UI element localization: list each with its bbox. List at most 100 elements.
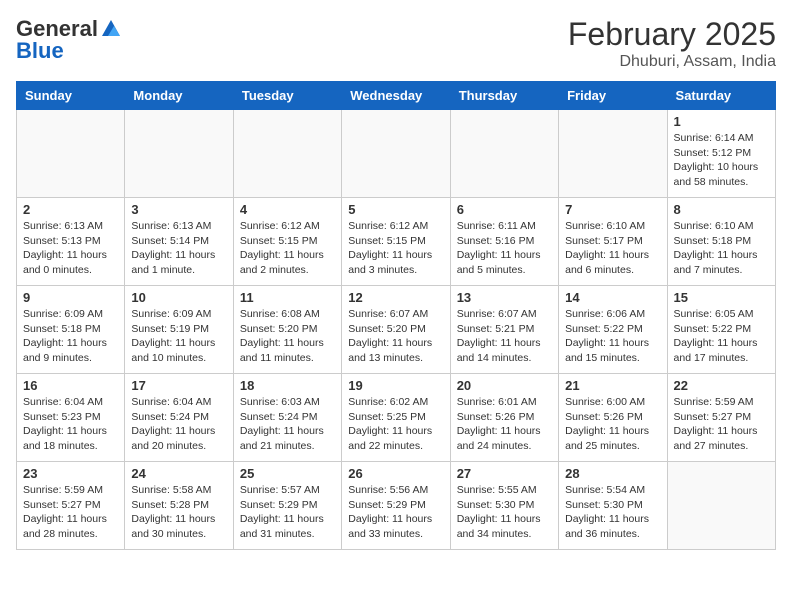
calendar-week-2: 9 Sunrise: 6:09 AM Sunset: 5:18 PM Daylig… <box>17 286 776 374</box>
col-header-sunday: Sunday <box>17 82 125 110</box>
day-info: Sunrise: 6:08 AM Sunset: 5:20 PM Dayligh… <box>240 307 335 366</box>
day-number: 16 <box>23 378 118 393</box>
day-number: 17 <box>131 378 226 393</box>
col-header-monday: Monday <box>125 82 233 110</box>
day-info: Sunrise: 6:04 AM Sunset: 5:24 PM Dayligh… <box>131 395 226 454</box>
calendar-cell: 12Sunrise: 6:07 AM Sunset: 5:20 PM Dayli… <box>342 286 450 374</box>
day-number: 8 <box>674 202 769 217</box>
day-number: 14 <box>565 290 660 305</box>
day-number: 23 <box>23 466 118 481</box>
day-info: Sunrise: 6:10 AM Sunset: 5:18 PM Dayligh… <box>674 219 769 278</box>
calendar-cell: 2Sunrise: 6:13 AM Sunset: 5:13 PM Daylig… <box>17 198 125 286</box>
day-number: 3 <box>131 202 226 217</box>
calendar-cell <box>667 462 775 550</box>
day-info: Sunrise: 6:00 AM Sunset: 5:26 PM Dayligh… <box>565 395 660 454</box>
calendar-cell: 3 Sunrise: 6:13 AM Sunset: 5:14 PM Daylig… <box>125 198 233 286</box>
day-number: 13 <box>457 290 552 305</box>
calendar-cell <box>450 110 558 198</box>
day-info: Sunrise: 5:59 AM Sunset: 5:27 PM Dayligh… <box>23 483 118 542</box>
day-info: Sunrise: 6:11 AM Sunset: 5:16 PM Dayligh… <box>457 219 552 278</box>
calendar-cell: 7 Sunrise: 6:10 AM Sunset: 5:17 PM Daylig… <box>559 198 667 286</box>
day-info: Sunrise: 6:01 AM Sunset: 5:26 PM Dayligh… <box>457 395 552 454</box>
calendar-cell: 26Sunrise: 5:56 AM Sunset: 5:29 PM Dayli… <box>342 462 450 550</box>
day-info: Sunrise: 6:14 AM Sunset: 5:12 PM Dayligh… <box>674 131 769 190</box>
day-number: 5 <box>348 202 443 217</box>
month-title: February 2025 <box>568 16 776 53</box>
day-info: Sunrise: 6:09 AM Sunset: 5:19 PM Dayligh… <box>131 307 226 366</box>
calendar-cell: 13 Sunrise: 6:07 AM Sunset: 5:21 PM Dayli… <box>450 286 558 374</box>
calendar-week-1: 2Sunrise: 6:13 AM Sunset: 5:13 PM Daylig… <box>17 198 776 286</box>
calendar-cell: 24Sunrise: 5:58 AM Sunset: 5:28 PM Dayli… <box>125 462 233 550</box>
col-header-thursday: Thursday <box>450 82 558 110</box>
calendar-cell: 9 Sunrise: 6:09 AM Sunset: 5:18 PM Daylig… <box>17 286 125 374</box>
calendar-cell: 1 Sunrise: 6:14 AM Sunset: 5:12 PM Daylig… <box>667 110 775 198</box>
calendar-cell: 17 Sunrise: 6:04 AM Sunset: 5:24 PM Dayli… <box>125 374 233 462</box>
day-info: Sunrise: 6:03 AM Sunset: 5:24 PM Dayligh… <box>240 395 335 454</box>
calendar-cell: 8 Sunrise: 6:10 AM Sunset: 5:18 PM Daylig… <box>667 198 775 286</box>
calendar-cell: 27 Sunrise: 5:55 AM Sunset: 5:30 PM Dayli… <box>450 462 558 550</box>
calendar-week-0: 1 Sunrise: 6:14 AM Sunset: 5:12 PM Daylig… <box>17 110 776 198</box>
calendar-cell: 20 Sunrise: 6:01 AM Sunset: 5:26 PM Dayli… <box>450 374 558 462</box>
col-header-saturday: Saturday <box>667 82 775 110</box>
day-number: 7 <box>565 202 660 217</box>
calendar-cell: 15Sunrise: 6:05 AM Sunset: 5:22 PM Dayli… <box>667 286 775 374</box>
calendar-cell: 25 Sunrise: 5:57 AM Sunset: 5:29 PM Dayli… <box>233 462 341 550</box>
col-header-friday: Friday <box>559 82 667 110</box>
day-info: Sunrise: 5:57 AM Sunset: 5:29 PM Dayligh… <box>240 483 335 542</box>
calendar-cell: 19 Sunrise: 6:02 AM Sunset: 5:25 PM Dayli… <box>342 374 450 462</box>
logo-icon <box>100 18 122 40</box>
calendar-cell: 10 Sunrise: 6:09 AM Sunset: 5:19 PM Dayli… <box>125 286 233 374</box>
subtitle: Dhuburi, Assam, India <box>568 53 776 71</box>
day-info: Sunrise: 5:56 AM Sunset: 5:29 PM Dayligh… <box>348 483 443 542</box>
calendar-cell: 6 Sunrise: 6:11 AM Sunset: 5:16 PM Daylig… <box>450 198 558 286</box>
day-info: Sunrise: 6:06 AM Sunset: 5:22 PM Dayligh… <box>565 307 660 366</box>
calendar-cell: 21 Sunrise: 6:00 AM Sunset: 5:26 PM Dayli… <box>559 374 667 462</box>
calendar-week-3: 16Sunrise: 6:04 AM Sunset: 5:23 PM Dayli… <box>17 374 776 462</box>
day-info: Sunrise: 6:12 AM Sunset: 5:15 PM Dayligh… <box>348 219 443 278</box>
calendar-cell <box>559 110 667 198</box>
calendar-cell <box>233 110 341 198</box>
day-info: Sunrise: 6:13 AM Sunset: 5:13 PM Dayligh… <box>23 219 118 278</box>
day-info: Sunrise: 6:09 AM Sunset: 5:18 PM Dayligh… <box>23 307 118 366</box>
calendar-cell: 14 Sunrise: 6:06 AM Sunset: 5:22 PM Dayli… <box>559 286 667 374</box>
day-number: 4 <box>240 202 335 217</box>
calendar-cell: 22 Sunrise: 5:59 AM Sunset: 5:27 PM Dayli… <box>667 374 775 462</box>
day-number: 12 <box>348 290 443 305</box>
day-number: 22 <box>674 378 769 393</box>
day-number: 21 <box>565 378 660 393</box>
title-block: February 2025 Dhuburi, Assam, India <box>568 16 776 71</box>
calendar-cell: 16Sunrise: 6:04 AM Sunset: 5:23 PM Dayli… <box>17 374 125 462</box>
day-number: 15 <box>674 290 769 305</box>
day-info: Sunrise: 6:12 AM Sunset: 5:15 PM Dayligh… <box>240 219 335 278</box>
day-info: Sunrise: 5:58 AM Sunset: 5:28 PM Dayligh… <box>131 483 226 542</box>
day-info: Sunrise: 6:07 AM Sunset: 5:21 PM Dayligh… <box>457 307 552 366</box>
page-header: General Blue February 2025 Dhuburi, Assa… <box>16 16 776 71</box>
day-info: Sunrise: 5:54 AM Sunset: 5:30 PM Dayligh… <box>565 483 660 542</box>
day-number: 28 <box>565 466 660 481</box>
calendar-cell <box>342 110 450 198</box>
calendar-week-4: 23 Sunrise: 5:59 AM Sunset: 5:27 PM Dayli… <box>17 462 776 550</box>
day-info: Sunrise: 5:59 AM Sunset: 5:27 PM Dayligh… <box>674 395 769 454</box>
calendar-cell <box>17 110 125 198</box>
day-number: 19 <box>348 378 443 393</box>
day-info: Sunrise: 5:55 AM Sunset: 5:30 PM Dayligh… <box>457 483 552 542</box>
day-info: Sunrise: 6:13 AM Sunset: 5:14 PM Dayligh… <box>131 219 226 278</box>
day-number: 11 <box>240 290 335 305</box>
calendar-header-row: SundayMondayTuesdayWednesdayThursdayFrid… <box>17 82 776 110</box>
day-number: 10 <box>131 290 226 305</box>
col-header-tuesday: Tuesday <box>233 82 341 110</box>
day-number: 20 <box>457 378 552 393</box>
day-number: 1 <box>674 114 769 129</box>
day-number: 9 <box>23 290 118 305</box>
day-number: 6 <box>457 202 552 217</box>
calendar-cell <box>125 110 233 198</box>
calendar-cell: 23 Sunrise: 5:59 AM Sunset: 5:27 PM Dayli… <box>17 462 125 550</box>
calendar-cell: 11 Sunrise: 6:08 AM Sunset: 5:20 PM Dayli… <box>233 286 341 374</box>
day-number: 27 <box>457 466 552 481</box>
day-info: Sunrise: 6:10 AM Sunset: 5:17 PM Dayligh… <box>565 219 660 278</box>
calendar-cell: 28 Sunrise: 5:54 AM Sunset: 5:30 PM Dayli… <box>559 462 667 550</box>
day-number: 25 <box>240 466 335 481</box>
calendar-table: SundayMondayTuesdayWednesdayThursdayFrid… <box>16 81 776 550</box>
calendar-cell: 4 Sunrise: 6:12 AM Sunset: 5:15 PM Daylig… <box>233 198 341 286</box>
day-info: Sunrise: 6:02 AM Sunset: 5:25 PM Dayligh… <box>348 395 443 454</box>
